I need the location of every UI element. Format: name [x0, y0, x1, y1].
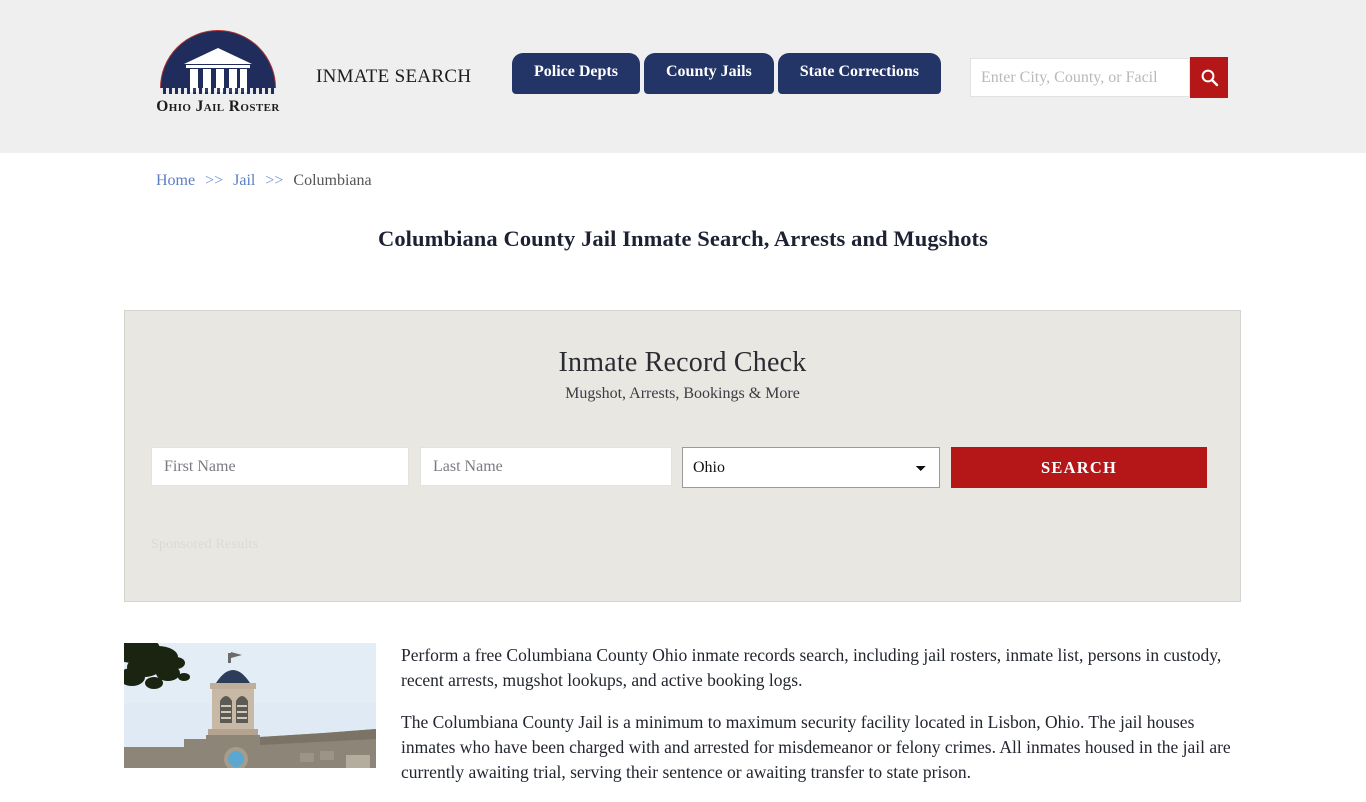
description-text: Perform a free Columbiana County Ohio in… — [401, 643, 1237, 802]
state-select[interactable]: Ohio — [682, 447, 940, 488]
description-paragraph-1: Perform a free Columbiana County Ohio in… — [401, 645, 1222, 690]
page-title: Columbiana County Jail Inmate Search, Ar… — [377, 226, 989, 251]
breadcrumb: Home >> Jail >> Columbiana — [156, 172, 372, 190]
header-search — [970, 57, 1228, 98]
breadcrumb-current: Columbiana — [293, 172, 372, 189]
inmate-record-check-card: Inmate Record Check Mugshot, Arrests, Bo… — [124, 310, 1241, 602]
header-search-input[interactable] — [970, 58, 1190, 97]
card-title: Inmate Record Check — [558, 347, 807, 378]
courthouse-photo — [124, 643, 376, 768]
header-tagline: INMATE SEARCH — [316, 66, 472, 87]
logo-wordmark: Ohio Jail Roster — [156, 98, 280, 115]
breadcrumb-link-home[interactable]: Home — [156, 172, 195, 189]
courthouse-dome-icon — [152, 28, 284, 94]
nav-item-county-jails[interactable]: County Jails — [643, 53, 774, 94]
first-name-input[interactable] — [151, 447, 409, 486]
nav-item-state-corrections[interactable]: State Corrections — [777, 53, 942, 94]
search-icon — [1201, 69, 1218, 87]
sponsored-results-label: Sponsored Results — [151, 537, 259, 552]
header-search-button[interactable] — [1190, 57, 1228, 98]
card-subtitle: Mugshot, Arrests, Bookings & More — [565, 385, 800, 402]
description-paragraph-2: The Columbiana County Jail is a minimum … — [401, 712, 1231, 782]
inmate-search-button[interactable]: SEARCH — [951, 447, 1207, 488]
site-header: Ohio Jail Roster INMATE SEARCH Police De… — [0, 0, 1366, 153]
nav-item-police-depts[interactable]: Police Depts — [512, 53, 640, 94]
courthouse-photo-image — [124, 643, 376, 768]
primary-nav: Police Depts County Jails State Correcti… — [512, 53, 945, 94]
breadcrumb-separator: >> — [265, 172, 284, 189]
breadcrumb-separator: >> — [205, 172, 224, 189]
courthouse-building-icon — [184, 48, 252, 92]
site-logo[interactable]: Ohio Jail Roster — [152, 28, 284, 120]
inmate-search-form: Ohio SEARCH — [151, 447, 1215, 488]
last-name-input[interactable] — [420, 447, 672, 486]
breadcrumb-link-jail[interactable]: Jail — [233, 172, 255, 189]
